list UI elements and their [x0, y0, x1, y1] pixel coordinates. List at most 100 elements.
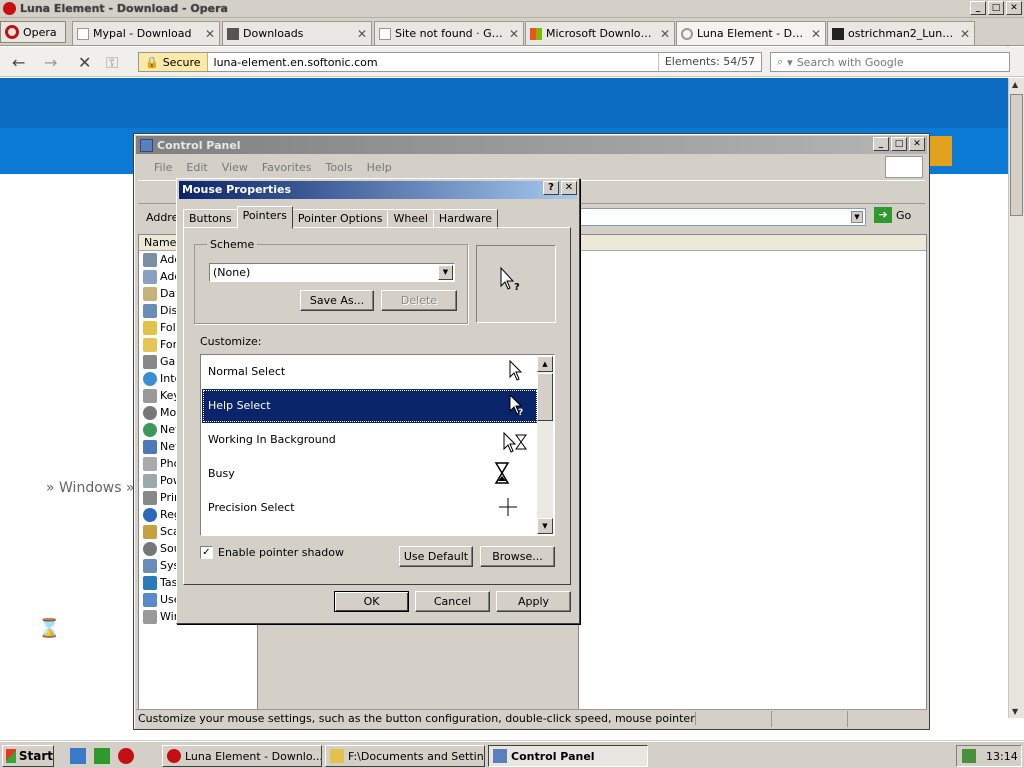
svg-text:?: ?: [514, 282, 520, 293]
tab-pointers[interactable]: Pointers: [236, 206, 293, 229]
tab-hardware[interactable]: Hardware: [432, 209, 499, 229]
secure-label: Secure: [162, 55, 201, 69]
pointer-list-scrollbar[interactable]: ▲ ▼: [537, 356, 553, 534]
pointer-row-help-select[interactable]: Help Select ?: [202, 389, 538, 423]
tab-label: Luna Element - Dow...: [697, 27, 807, 40]
breadcrumb-windows[interactable]: » Windows »: [46, 480, 135, 496]
opera-o-icon: [5, 25, 19, 39]
tab-buttons[interactable]: Buttons: [183, 209, 238, 229]
key-icon[interactable]: ⚿: [106, 53, 118, 73]
cp-address-field[interactable]: ▼: [574, 208, 866, 226]
opera-menu-button[interactable]: Opera: [0, 21, 66, 43]
page-scrollbar[interactable]: ▲ ▼: [1008, 78, 1024, 718]
tab-close-icon[interactable]: ✕: [357, 27, 367, 41]
search-engine-dropdown-icon[interactable]: ▾: [787, 56, 793, 69]
scrollbar-thumb[interactable]: [1010, 94, 1023, 216]
delete-button[interactable]: Delete: [381, 290, 457, 311]
game-controller-icon: [143, 354, 157, 369]
tab-close-icon[interactable]: ✕: [509, 27, 519, 41]
task-documents-folder[interactable]: F:\Documents and Settin...: [325, 745, 485, 767]
scroll-up-icon[interactable]: ▲: [1012, 80, 1018, 89]
dialog-title: Mouse Properties: [182, 183, 292, 196]
save-as-button[interactable]: Save As...: [300, 290, 374, 311]
dialog-close-button[interactable]: ✕: [561, 181, 577, 195]
cp-close-button[interactable]: ✕: [909, 137, 925, 151]
apply-button[interactable]: Apply: [496, 591, 571, 612]
tab-label: ostrichman2_Luna d...: [848, 27, 956, 40]
chevron-down-icon[interactable]: ▼: [438, 265, 453, 280]
pointer-row-normal-select[interactable]: Normal Select: [202, 355, 538, 389]
tab-site-not-found[interactable]: Site not found · Git... ✕: [374, 21, 524, 45]
url-field[interactable]: 🔒 Secure luna-element.en.softonic.com El…: [138, 52, 762, 72]
scrollbar-thumb[interactable]: [537, 373, 553, 421]
clock[interactable]: 13:14: [986, 750, 1018, 763]
tab-downloads[interactable]: Downloads ✕: [222, 21, 372, 45]
pointer-row-working-in-background[interactable]: Working In Background: [202, 423, 538, 457]
tab-luna-element[interactable]: Luna Element - Dow... ✕: [676, 21, 826, 45]
help-cursor-icon: ?: [509, 393, 523, 418]
ie-quicklaunch-icon[interactable]: [70, 748, 86, 764]
mouse-properties-title-bar[interactable]: Mouse Properties: [179, 181, 577, 199]
pointer-row-precision-select[interactable]: Precision Select: [202, 491, 538, 525]
menu-help[interactable]: Help: [367, 161, 392, 174]
address-dropdown-icon[interactable]: ▼: [851, 211, 863, 223]
browser-title-bar: Luna Element - Download - Opera _ □ ✕: [0, 0, 1024, 18]
tab-wheel[interactable]: Wheel: [387, 209, 434, 229]
scheme-group: [194, 244, 468, 324]
elements-counter: Elements: 54/57: [657, 53, 761, 71]
tab-ostrichman2[interactable]: ostrichman2_Luna d... ✕: [827, 21, 975, 45]
maximize-button[interactable]: □: [988, 1, 1004, 15]
tab-pointer-options[interactable]: Pointer Options: [291, 209, 389, 229]
minimize-button[interactable]: _: [970, 1, 986, 15]
address-label: Addre: [146, 210, 179, 224]
tab-close-icon[interactable]: ✕: [660, 27, 670, 41]
forward-icon[interactable]: →: [44, 53, 57, 72]
tab-close-icon[interactable]: ✕: [205, 27, 215, 41]
scheme-value: (None): [213, 266, 251, 279]
menu-favorites[interactable]: Favorites: [262, 161, 312, 174]
tab-microsoft-download[interactable]: Microsoft Download ... ✕: [525, 21, 675, 45]
stop-icon[interactable]: ✕: [78, 53, 91, 72]
menu-edit[interactable]: Edit: [186, 161, 207, 174]
secure-badge[interactable]: 🔒 Secure: [139, 53, 208, 71]
back-icon[interactable]: ←: [12, 53, 25, 72]
ok-button[interactable]: OK: [334, 591, 409, 612]
svg-text:?: ?: [518, 408, 523, 418]
scroll-up-icon[interactable]: ▲: [537, 356, 553, 372]
cp-maximize-button[interactable]: □: [891, 137, 907, 151]
pointer-name: Busy: [208, 467, 235, 480]
url-text: luna-element.en.softonic.com: [213, 55, 378, 69]
scheme-select[interactable]: (None) ▼: [209, 263, 455, 282]
download-button-partial[interactable]: [928, 136, 952, 166]
close-button[interactable]: ✕: [1006, 1, 1022, 15]
menu-file[interactable]: File: [154, 161, 172, 174]
task-luna-element[interactable]: Luna Element - Downlo...: [162, 745, 322, 767]
control-panel-title-bar[interactable]: Control Panel: [136, 136, 927, 154]
loading-spinner-icon: [681, 27, 693, 40]
tray-icon[interactable]: [962, 749, 976, 763]
pointer-shadow-checkbox[interactable]: ✓ Enable pointer shadow: [200, 546, 344, 559]
scroll-down-icon[interactable]: ▼: [537, 518, 553, 534]
pointer-row-busy[interactable]: Busy: [202, 457, 538, 491]
start-button[interactable]: Start: [2, 745, 54, 767]
menu-tools[interactable]: Tools: [326, 161, 353, 174]
help-button[interactable]: ?: [543, 181, 559, 195]
cp-status-bar: Customize your mouse settings, such as t…: [136, 709, 927, 727]
search-icon: ⌕: [777, 55, 784, 68]
scroll-down-icon[interactable]: ▼: [1012, 707, 1018, 716]
go-button[interactable]: ➔ Go: [874, 207, 911, 223]
browse-button[interactable]: Browse...: [480, 546, 555, 567]
menu-view[interactable]: View: [222, 161, 248, 174]
opera-quicklaunch-icon[interactable]: [118, 748, 134, 764]
cancel-button[interactable]: Cancel: [415, 591, 490, 612]
tab-close-icon[interactable]: ✕: [960, 27, 970, 41]
checkbox-checked-icon[interactable]: ✓: [200, 546, 213, 559]
cp-minimize-button[interactable]: _: [873, 137, 889, 151]
add-remove-programs-icon: [143, 269, 157, 284]
use-default-button[interactable]: Use Default: [399, 546, 473, 567]
tab-close-icon[interactable]: ✕: [811, 27, 821, 41]
tab-mypal[interactable]: Mypal - Download ✕: [72, 21, 220, 45]
search-input[interactable]: ⌕ ▾ Search with Google: [770, 52, 1010, 72]
task-control-panel[interactable]: Control Panel: [488, 745, 648, 767]
show-desktop-icon[interactable]: [94, 748, 110, 764]
